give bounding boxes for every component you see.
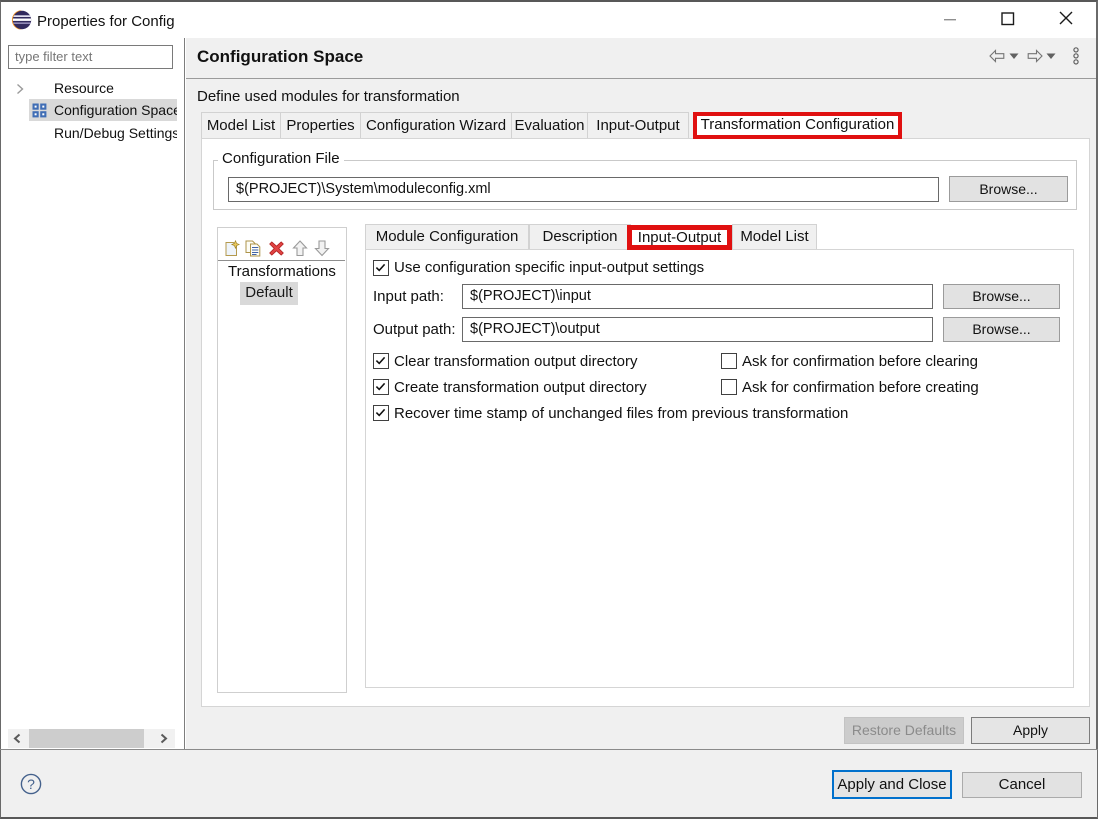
- svg-text:?: ?: [27, 776, 35, 792]
